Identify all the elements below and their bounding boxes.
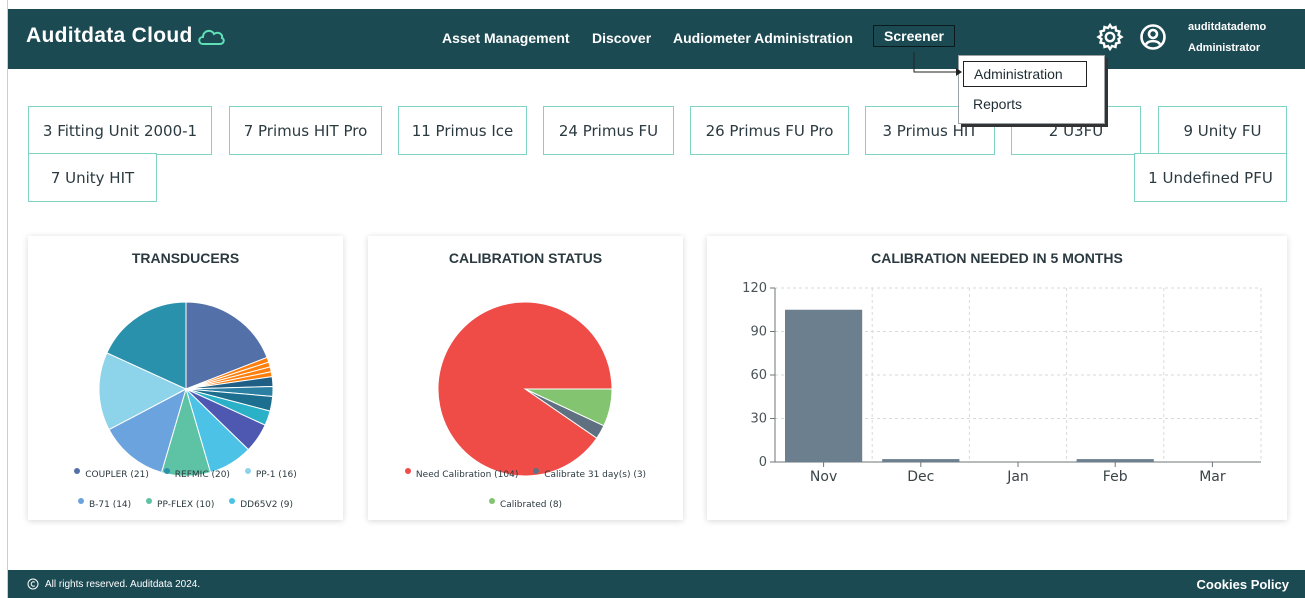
legend-dot xyxy=(146,498,153,504)
screener-dropdown-menu: Administration Reports xyxy=(958,55,1105,124)
device-chip[interactable]: 26 Primus FU Pro xyxy=(690,106,849,155)
device-chip[interactable]: 11 Primus Ice xyxy=(398,106,527,155)
x-tick-label: Jan xyxy=(1006,469,1029,485)
x-tick-label: Nov xyxy=(810,469,837,485)
user-circle-icon[interactable] xyxy=(1139,23,1167,51)
calibration-status-pie-chart xyxy=(437,301,613,476)
gear-icon[interactable] xyxy=(1096,23,1124,51)
user-name[interactable]: auditdatademo xyxy=(1188,21,1266,33)
chart-legend: COUPLER (21) REFMIC (20) PP-1 (16) xyxy=(28,468,343,480)
footer: All rights reserved. Auditdata 2024. Coo… xyxy=(8,570,1305,598)
legend-label: B-71 (14) xyxy=(88,500,132,510)
app-logo[interactable]: Auditdata Cloud xyxy=(26,24,193,48)
legend-label: Need Calibration (104) xyxy=(415,470,519,480)
legend-dot xyxy=(77,498,84,504)
legend-label: DD65V2 (9) xyxy=(240,500,294,510)
transducers-pie-chart xyxy=(98,301,274,476)
legend-entry[interactable]: PP-FLEX (10) xyxy=(146,498,215,510)
chart-legend-row-2: Calibrated (8) xyxy=(368,498,683,510)
chart-title: CALIBRATION STATUS xyxy=(448,250,603,266)
legend-dot xyxy=(244,468,251,474)
calibration-needed-card: CALIBRATION NEEDED IN 5 MONTHS 0 30 60 90 12… xyxy=(707,236,1287,520)
legend-entry[interactable]: COUPLER (21) xyxy=(74,468,149,480)
nav-screener[interactable]: Screener xyxy=(873,25,955,47)
device-chip[interactable]: 1 Undefined PFU xyxy=(1134,153,1287,202)
legend-dot xyxy=(163,468,170,474)
legend-entry[interactable]: Calibrate 31 day(s) (3) xyxy=(533,468,647,480)
menu-item-reports[interactable]: Reports xyxy=(963,92,1032,116)
nav-discover[interactable]: Discover xyxy=(592,30,651,46)
chart-title: TRANSDUCERS xyxy=(131,250,240,266)
legend-label: REFMIC (20) xyxy=(174,470,230,480)
y-tick-label: 30 xyxy=(750,412,767,427)
chart-title: CALIBRATION NEEDED IN 5 MONTHS xyxy=(871,250,1123,266)
legend-dot xyxy=(74,468,81,474)
x-tick-label: Mar xyxy=(1199,469,1226,485)
window-frame xyxy=(0,0,8,598)
legend-entry[interactable]: DD65V2 (9) xyxy=(229,498,294,510)
pie-slice[interactable] xyxy=(437,301,613,476)
device-chip[interactable]: 9 Unity FU xyxy=(1158,106,1287,155)
calibration-needed-bar-chart: 0 30 60 90 120 Nov Dec Jan Feb Mar xyxy=(742,281,1262,485)
device-chip[interactable]: 7 Unity HIT xyxy=(28,153,157,202)
menu-item-administration[interactable]: Administration xyxy=(963,61,1087,87)
x-tick-label: Dec xyxy=(907,469,934,485)
device-chip[interactable]: 3 Fitting Unit 2000-1 xyxy=(28,106,212,155)
legend-dot xyxy=(488,498,495,504)
nav-audiometer-administration[interactable]: Audiometer Administration xyxy=(673,30,853,46)
nav-asset-management[interactable]: Asset Management xyxy=(442,30,570,46)
legend-dot xyxy=(533,468,540,474)
bar[interactable] xyxy=(785,309,863,462)
y-tick-label: 120 xyxy=(742,281,767,296)
legend-dot xyxy=(229,498,236,504)
chart-legend: Need Calibration (104) Calibrate 31 day(… xyxy=(368,468,683,480)
legend-label: Calibrate 31 day(s) (3) xyxy=(544,470,647,480)
chart-legend-row-2: B-71 (14) PP-FLEX (10) DD65V2 (9) xyxy=(28,498,343,510)
y-tick-label: 60 xyxy=(750,368,767,383)
transducers-card: TRANSDUCERS COUPLER (21) REFMIC (20) PP-… xyxy=(28,236,343,520)
user-role: Administrator xyxy=(1188,42,1261,54)
legend-label: PP-1 (16) xyxy=(255,470,297,480)
x-tick-label: Feb xyxy=(1103,469,1128,485)
legend-entry[interactable]: Calibrated (8) xyxy=(488,498,563,510)
y-tick-label: 90 xyxy=(750,325,767,340)
legend-label: PP-FLEX (10) xyxy=(157,500,215,510)
legend-entry[interactable]: Need Calibration (104) xyxy=(404,468,519,480)
bar[interactable] xyxy=(1076,459,1154,462)
legend-label: Calibrated (8) xyxy=(499,500,563,510)
calibration-status-card: CALIBRATION STATUS Need Calibration (104… xyxy=(368,236,683,520)
copyright-text: All rights reserved. Auditdata 2024. xyxy=(45,578,201,590)
legend-entry[interactable]: B-71 (14) xyxy=(77,498,132,510)
device-chip[interactable]: 24 Primus FU xyxy=(543,106,674,155)
top-navbar: Auditdata Cloud Asset Management Discove… xyxy=(8,9,1305,69)
legend-label: COUPLER (21) xyxy=(85,470,149,480)
device-chip[interactable]: 7 Primus HIT Pro xyxy=(229,106,382,155)
cloud-icon xyxy=(198,29,225,45)
copyright: All rights reserved. Auditdata 2024. xyxy=(27,578,200,590)
y-tick-label: 0 xyxy=(759,455,767,470)
cookies-policy-link[interactable]: Cookies Policy xyxy=(1197,577,1289,592)
menu-connector-line xyxy=(913,52,962,76)
copyright-icon xyxy=(27,578,39,590)
bar[interactable] xyxy=(882,459,960,462)
legend-dot xyxy=(404,468,411,474)
legend-entry[interactable]: REFMIC (20) xyxy=(163,468,230,480)
legend-entry[interactable]: PP-1 (16) xyxy=(244,468,297,480)
